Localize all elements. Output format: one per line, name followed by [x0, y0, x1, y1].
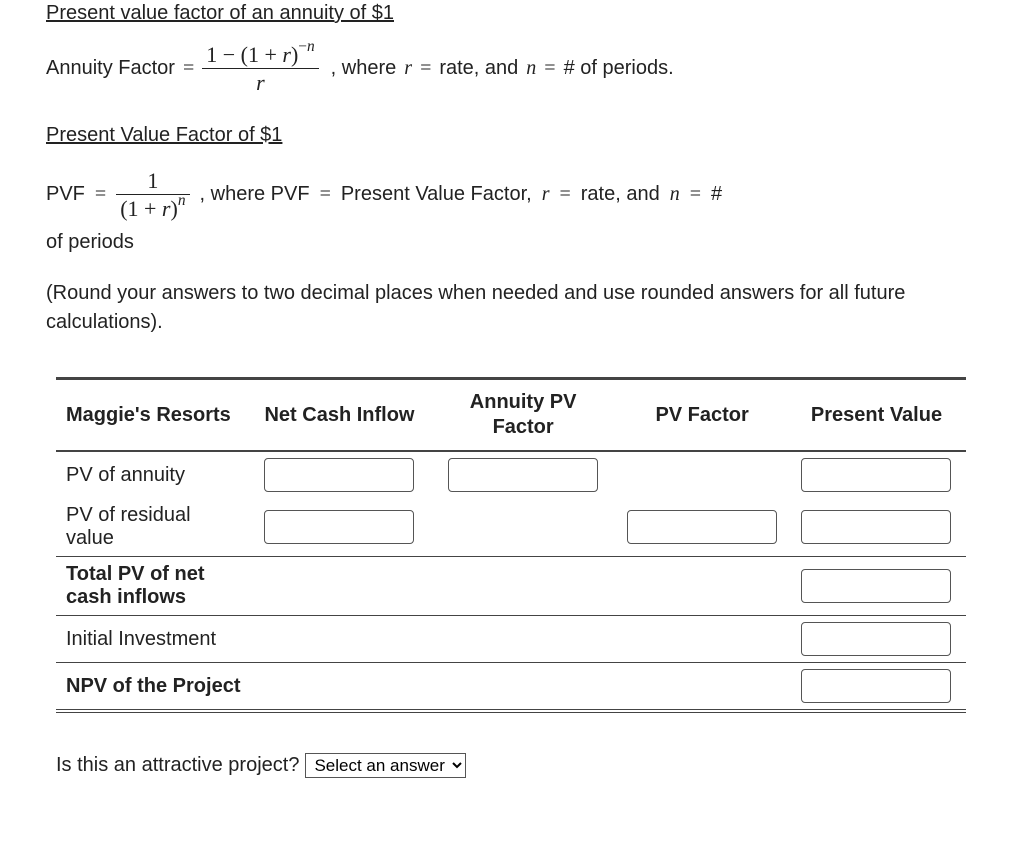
input-total-pv[interactable]: [801, 569, 951, 603]
npv-table: Maggie's Resorts Net Cash Inflow Annuity…: [56, 377, 966, 713]
attractive-answer-select[interactable]: Select an answer: [305, 753, 466, 778]
pvf-lhs: PVF: [46, 183, 85, 206]
th-pv: Present Value: [787, 379, 966, 452]
input-residual-pvfactor[interactable]: [627, 510, 777, 544]
input-residual-netcash[interactable]: [264, 510, 414, 544]
pvf-formula: PVF = 1 (1 + r)n , where PVF = Present V…: [46, 168, 976, 222]
of-periods-cont: of periods: [46, 227, 976, 257]
pvf-fraction: 1 (1 + r)n: [116, 168, 189, 222]
label-pv-annuity: PV of annuity: [56, 451, 250, 498]
th-annuitypv: Annuity PV Factor: [429, 379, 617, 452]
label-total-pv: Total PV of net cash inflows: [56, 557, 250, 616]
input-npv[interactable]: [801, 669, 951, 703]
section-title-annuity: Present value factor of an annuity of $1: [46, 2, 394, 24]
annuity-fraction: 1 − (1 + r)−n r: [202, 42, 318, 96]
input-initial-investment[interactable]: [801, 622, 951, 656]
row-pv-annuity: PV of annuity: [56, 451, 966, 498]
annuity-lhs: Annuity Factor: [46, 57, 175, 80]
input-annuity-pvfactor[interactable]: [448, 458, 598, 492]
th-netcash: Net Cash Inflow: [250, 379, 429, 452]
th-company: Maggie's Resorts: [56, 379, 250, 452]
label-npv: NPV of the Project: [56, 663, 250, 712]
row-pv-residual: PV of residual value: [56, 498, 966, 557]
attractive-question: Is this an attractive project?: [56, 754, 299, 777]
row-initial-investment: Initial Investment: [56, 616, 966, 663]
row-total-pv: Total PV of net cash inflows: [56, 557, 966, 616]
round-note: (Round your answers to two decimal place…: [46, 279, 976, 337]
label-pv-residual: PV of residual value: [56, 498, 250, 557]
input-residual-pv[interactable]: [801, 510, 951, 544]
input-annuity-pv[interactable]: [801, 458, 951, 492]
table-header-row: Maggie's Resorts Net Cash Inflow Annuity…: [56, 379, 966, 452]
th-pvfactor: PV Factor: [617, 379, 787, 452]
section-title-pvf: Present Value Factor of $1: [46, 124, 282, 146]
input-annuity-netcash[interactable]: [264, 458, 414, 492]
row-npv: NPV of the Project: [56, 663, 966, 712]
annuity-factor-formula: Annuity Factor = 1 − (1 + r)−n r , where…: [46, 42, 976, 96]
label-initial-investment: Initial Investment: [56, 616, 250, 663]
